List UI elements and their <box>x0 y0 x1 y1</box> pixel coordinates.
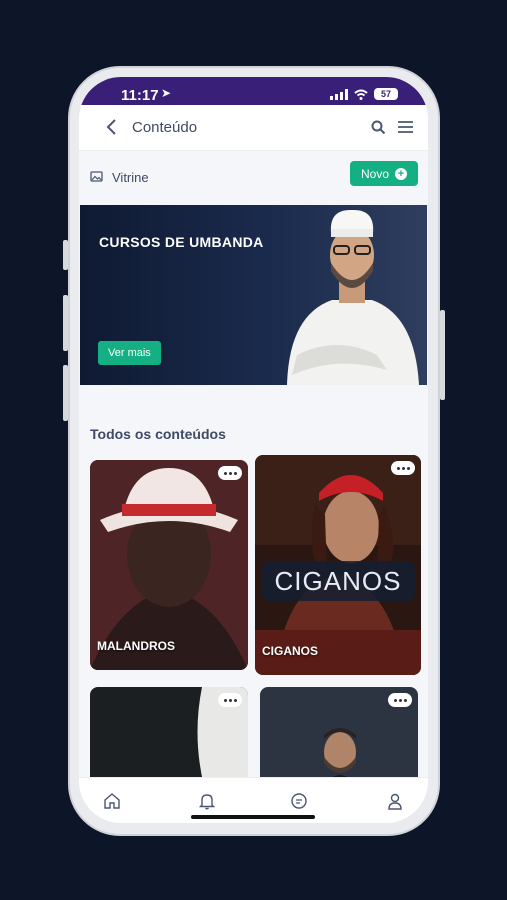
banner-title: CURSOS DE UMBANDA <box>99 234 264 250</box>
more-options-icon[interactable] <box>218 693 242 707</box>
content-card[interactable]: CIGANOS CIGANOS <box>255 455 421 675</box>
location-icon: ➤ <box>161 86 172 100</box>
card-title: CIGANOS <box>262 644 319 658</box>
home-icon[interactable] <box>103 792 121 810</box>
status-time: 11:17 <box>121 87 159 104</box>
content-list-heading: Todos os conteúdos <box>90 426 226 442</box>
see-more-button[interactable]: Ver mais <box>98 341 161 365</box>
more-options-icon[interactable] <box>388 693 412 707</box>
chat-icon[interactable] <box>290 792 308 810</box>
user-icon[interactable] <box>386 792 404 810</box>
section-label: Vitrine <box>112 170 149 185</box>
signal-icon <box>330 88 348 100</box>
bell-icon[interactable] <box>198 792 216 810</box>
top-bar: Conteúdo <box>79 105 428 151</box>
status-icons: 57 <box>330 88 398 100</box>
new-button[interactable]: Novo + <box>350 161 418 186</box>
section-header: Vitrine Novo + <box>79 151 428 205</box>
wifi-icon <box>354 89 368 100</box>
power-button <box>440 310 445 400</box>
home-indicator[interactable] <box>191 815 315 819</box>
status-bar: 11:17 ➤ 57 <box>79 77 428 105</box>
more-options-icon[interactable] <box>391 461 415 475</box>
more-options-icon[interactable] <box>218 466 242 480</box>
card-image-text: CIGANOS <box>261 561 415 601</box>
page-title: Conteúdo <box>132 119 198 136</box>
card-title: MALANDROS <box>97 639 175 653</box>
content-card[interactable]: MALANDROS <box>90 460 248 670</box>
battery-icon: 57 <box>374 88 398 100</box>
new-button-label: Novo <box>360 166 389 181</box>
volume-down <box>63 365 68 421</box>
mute-switch <box>63 240 68 270</box>
search-icon[interactable] <box>371 120 386 135</box>
plus-icon: + <box>395 167 407 180</box>
menu-icon[interactable] <box>397 120 414 134</box>
image-icon <box>90 171 103 182</box>
volume-up <box>63 295 68 351</box>
app-screen: 11:17 ➤ 57 Conteúdo Vitrine Novo + CURSO… <box>79 77 428 823</box>
back-arrow-icon[interactable] <box>105 118 117 136</box>
chef-photo <box>287 209 419 385</box>
showcase-banner[interactable]: CURSOS DE UMBANDA Ver mais <box>80 205 427 385</box>
